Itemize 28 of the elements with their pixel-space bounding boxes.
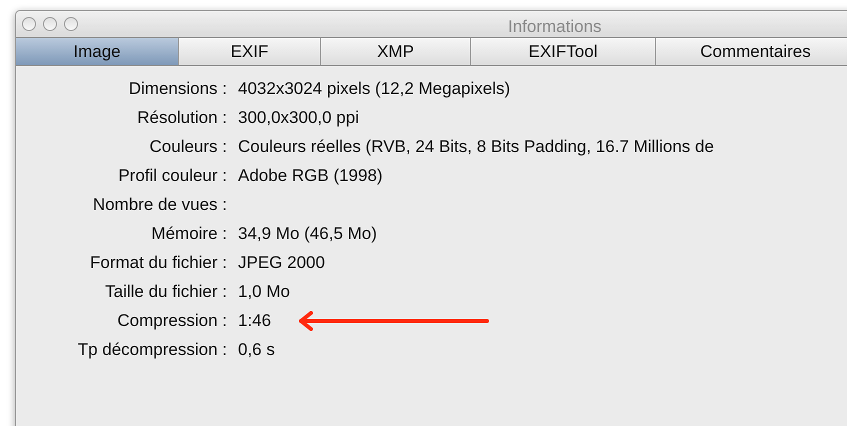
field-label: Mémoire : xyxy=(150,222,227,245)
tab[interactable]: EXIF xyxy=(179,38,321,65)
field-label: Format du fichier : xyxy=(89,252,227,274)
field-value: 0,6 s xyxy=(238,338,275,361)
window-control-button[interactable] xyxy=(43,17,57,31)
field-label: Tp décompression : xyxy=(76,338,227,361)
field-value: 1:46 xyxy=(238,310,272,332)
field-label: Nombre de vues : xyxy=(92,194,227,216)
window-control-button[interactable] xyxy=(64,17,78,31)
tab[interactable]: Commentaires xyxy=(656,38,847,65)
field-value: 4032x3024 pixels (12,2 Megapixels) xyxy=(238,78,510,100)
field-label: Profil couleur : xyxy=(117,164,227,187)
field-value: 300,0x300,0 ppi xyxy=(238,106,359,129)
window-title: Informations xyxy=(508,16,602,38)
field-label: Résolution : xyxy=(136,106,227,129)
field-value: Couleurs réelles (RVB, 24 Bits, 8 Bits Padding, 16.7 Millions de xyxy=(238,136,714,158)
field-label: Taille du fichier : xyxy=(104,280,227,303)
tab[interactable]: EXIFTool xyxy=(471,38,656,65)
field-value: Adobe RGB (1998) xyxy=(238,164,383,187)
field-value: JPEG 2000 xyxy=(238,252,325,274)
tab[interactable]: XMP xyxy=(321,38,471,65)
field-label: Couleurs : xyxy=(148,136,227,158)
field-label: Dimensions : xyxy=(128,78,227,100)
tab[interactable]: Image xyxy=(16,38,179,65)
field-label: Compression : xyxy=(116,310,227,332)
window-control-button[interactable] xyxy=(22,17,36,31)
field-value: 1,0 Mo xyxy=(238,280,290,303)
field-value: 34,9 Mo (46,5 Mo) xyxy=(238,222,377,245)
